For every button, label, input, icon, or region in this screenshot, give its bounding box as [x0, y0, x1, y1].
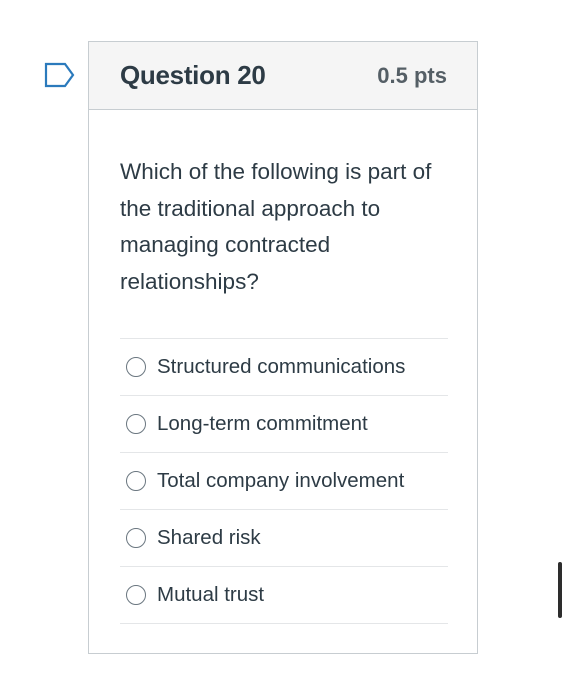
answer-option[interactable]: Structured communications [120, 339, 448, 396]
question-text: Which of the following is part of the tr… [120, 159, 432, 294]
radio-button[interactable] [126, 357, 146, 377]
radio-button[interactable] [126, 585, 146, 605]
answer-label: Total company involvement [157, 469, 405, 492]
radio-button[interactable] [126, 471, 146, 491]
quiz-page: Question 20 0.5 pts Which of the followi… [0, 0, 568, 700]
radio-button[interactable] [126, 528, 146, 548]
answer-label: Structured communications [157, 355, 406, 378]
answer-label: Shared risk [157, 526, 261, 549]
answer-label: Long-term commitment [157, 412, 368, 435]
answer-label: Mutual trust [157, 583, 265, 606]
answer-option[interactable]: Mutual trust [120, 567, 448, 624]
question-body: Which of the following is part of the tr… [89, 110, 477, 624]
scrollbar-thumb[interactable] [558, 562, 562, 618]
question-card: Question 20 0.5 pts Which of the followi… [88, 41, 478, 654]
answer-option[interactable]: Long-term commitment [120, 396, 448, 453]
answer-option[interactable]: Shared risk [120, 510, 448, 567]
question-points: 0.5 pts [377, 62, 447, 88]
question-title: Question 20 [120, 60, 266, 90]
answer-list: Structured communications Long-term comm… [120, 338, 448, 624]
question-header: Question 20 0.5 pts [89, 42, 477, 110]
radio-button[interactable] [126, 414, 146, 434]
answer-option[interactable]: Total company involvement [120, 453, 448, 510]
flag-question-icon[interactable] [44, 62, 76, 88]
